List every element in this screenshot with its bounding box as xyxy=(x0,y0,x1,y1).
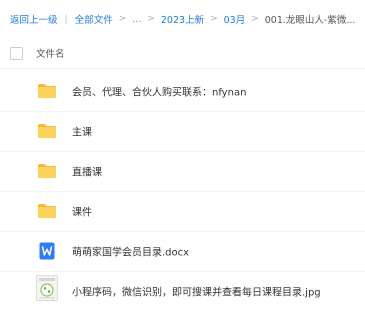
back-link[interactable]: 返回上一级 xyxy=(10,12,58,26)
chevron-right-icon: > xyxy=(118,14,127,24)
folder-icon xyxy=(38,84,56,98)
folder-icon xyxy=(38,204,56,218)
file-list-header: 文件名 xyxy=(0,38,365,69)
breadcrumb-level2-link[interactable]: 03月 xyxy=(224,12,246,26)
chevron-right-icon: > xyxy=(210,14,218,24)
breadcrumb-level1-link[interactable]: 2023上新 xyxy=(161,12,204,26)
file-name[interactable]: 主课 xyxy=(72,124,92,139)
folder-icon xyxy=(38,164,56,178)
file-name[interactable]: 萌萌家国学会员目录.docx xyxy=(72,244,189,259)
breadcrumb-current: 001.龙眼山人-紫微... xyxy=(264,15,356,26)
file-row[interactable]: 直播课 xyxy=(0,151,365,192)
breadcrumb-divider: | xyxy=(64,13,68,25)
file-name[interactable]: 直播课 xyxy=(72,164,102,179)
select-all-checkbox[interactable] xyxy=(10,46,23,60)
folder-icon xyxy=(38,124,56,138)
file-row[interactable]: 会员、代理、合伙人购买联系：nfynan xyxy=(0,71,365,112)
file-row[interactable]: 萌萌家国学会员目录.docx xyxy=(0,231,365,272)
breadcrumb-root-link[interactable]: 全部文件 xyxy=(75,12,113,26)
file-row[interactable]: 主课 xyxy=(0,111,365,152)
chevron-right-icon: > xyxy=(147,14,155,24)
column-name-label: 文件名 xyxy=(36,49,65,60)
chevron-right-icon: > xyxy=(251,14,259,24)
file-row[interactable]: 小程序码，微信识别，即可搜课并查看每日课程目录.jpg xyxy=(0,271,365,311)
breadcrumb-ellipsis[interactable]: ... xyxy=(132,14,141,25)
file-name[interactable]: 课件 xyxy=(72,204,92,219)
word-doc-icon xyxy=(39,242,55,260)
file-name[interactable]: 会员、代理、合伙人购买联系：nfynan xyxy=(72,84,246,99)
file-name[interactable]: 小程序码，微信识别，即可搜课并查看每日课程目录.jpg xyxy=(72,284,321,299)
breadcrumb: 返回上一级 | 全部文件 > ... > 2023上新 > 03月 > 001.… xyxy=(10,11,355,27)
file-row[interactable]: 课件 xyxy=(0,191,365,232)
image-thumbnail-icon xyxy=(36,275,58,301)
